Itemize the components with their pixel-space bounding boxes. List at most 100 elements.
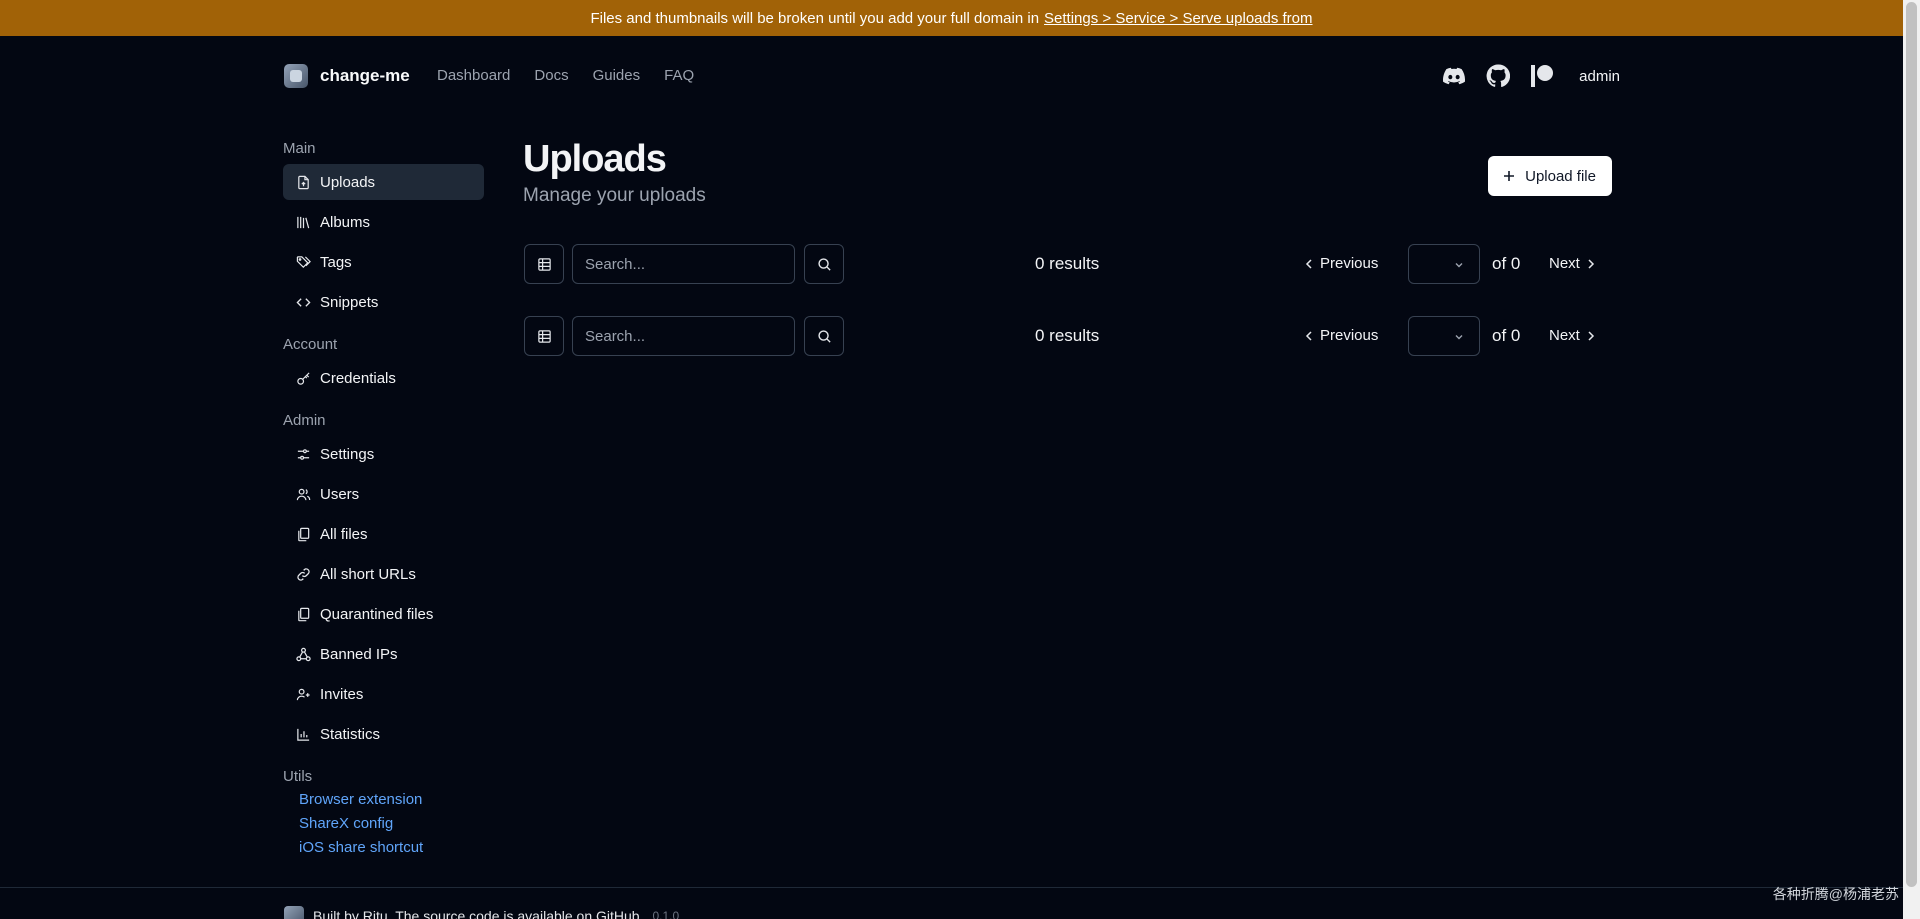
- link-icon: [297, 567, 310, 581]
- uploads-toolbar-bottom: 0 results Previous of 0 Next: [523, 316, 1612, 356]
- patreon-icon[interactable]: [1529, 63, 1555, 89]
- network-icon: [296, 647, 311, 661]
- footer-text: Built by Ritu. The source code is availa…: [313, 908, 644, 919]
- page-total: of 0: [1492, 326, 1521, 345]
- upload-file-label: Upload file: [1525, 167, 1596, 185]
- settings-icon: [297, 448, 310, 460]
- page-subtitle: Manage your uploads: [523, 185, 706, 206]
- sidebar-section-admin: Admin: [283, 412, 326, 429]
- sidebar: Main Uploads Albums Tags Snippets Accoun…: [283, 140, 484, 860]
- top-header: change-me Dashboard Docs Guides FAQ admi…: [0, 36, 1903, 116]
- sidebar-item-banned-ips[interactable]: Banned IPs: [283, 636, 484, 672]
- sidebar-item-label: Statistics: [320, 725, 381, 743]
- footer: Built by Ritu. The source code is availa…: [284, 906, 679, 919]
- previous-page-button[interactable]: Previous: [1304, 327, 1378, 344]
- table-icon: [537, 257, 551, 271]
- nav-dashboard[interactable]: Dashboard: [437, 67, 510, 84]
- sidebar-section-account: Account: [283, 336, 338, 353]
- uploads-toolbar-top: 0 results Previous of 0 Next: [523, 244, 1612, 284]
- scrollbar-thumb[interactable]: [1906, 2, 1917, 887]
- chevron-down-icon: [1455, 335, 1463, 340]
- sharex-config-link[interactable]: ShareX config: [283, 812, 484, 836]
- search-button[interactable]: [804, 244, 844, 284]
- sidebar-item-tags[interactable]: Tags: [283, 244, 484, 280]
- top-nav: Dashboard Docs Guides FAQ: [437, 67, 694, 84]
- table-icon: [537, 329, 551, 343]
- sidebar-section-utils: Utils: [283, 768, 313, 785]
- nav-faq[interactable]: FAQ: [664, 67, 694, 84]
- nav-guides[interactable]: Guides: [593, 67, 641, 84]
- chevron-right-icon: [1588, 258, 1594, 269]
- sidebar-item-quarantined-files[interactable]: Quarantined files: [283, 596, 484, 632]
- page-scrollbar[interactable]: [1903, 0, 1920, 919]
- library-icon: [297, 216, 310, 228]
- main-content: Uploads Manage your uploads Upload file: [523, 138, 1612, 207]
- page-select[interactable]: [1408, 316, 1480, 356]
- users-icon: [296, 488, 311, 500]
- sidebar-item-label: Users: [320, 485, 360, 503]
- sidebar-item-all-files[interactable]: All files: [283, 516, 484, 552]
- search-icon: [817, 257, 831, 271]
- sidebar-item-all-short-urls[interactable]: All short URLs: [283, 556, 484, 592]
- files-icon: [298, 527, 310, 541]
- table-view-button[interactable]: [524, 244, 564, 284]
- brand[interactable]: change-me: [284, 64, 410, 88]
- results-count: 0 results: [1035, 326, 1100, 345]
- banner-settings-link[interactable]: Settings > Service > Serve uploads from: [1044, 10, 1312, 27]
- sidebar-item-label: Banned IPs: [320, 645, 398, 663]
- plus-icon: [1504, 171, 1515, 181]
- search-button[interactable]: [804, 316, 844, 356]
- page-title: Uploads: [523, 138, 667, 180]
- chevron-down-icon: [1455, 263, 1463, 268]
- browser-extension-link[interactable]: Browser extension: [283, 788, 484, 812]
- brand-logo-icon: [284, 64, 308, 88]
- banner-text: Files and thumbnails will be broken unti…: [590, 9, 1040, 27]
- search-input[interactable]: [572, 244, 795, 284]
- watermark: 各种折腾@杨浦老苏: [1772, 886, 1899, 902]
- sidebar-item-label: Settings: [320, 445, 375, 463]
- brand-name: change-me: [320, 66, 410, 85]
- sidebar-item-invites[interactable]: Invites: [283, 676, 484, 712]
- page-select[interactable]: [1408, 244, 1480, 284]
- sidebar-item-label: All short URLs: [320, 565, 416, 583]
- code-icon: [296, 297, 311, 307]
- sidebar-item-snippets[interactable]: Snippets: [283, 284, 484, 320]
- sidebar-item-credentials[interactable]: Credentials: [283, 360, 484, 396]
- chevron-left-icon: [1305, 330, 1312, 341]
- user-menu[interactable]: admin: [1579, 68, 1620, 85]
- nav-docs[interactable]: Docs: [534, 67, 568, 84]
- upload-file-button[interactable]: Upload file: [1488, 156, 1612, 196]
- search-input[interactable]: [572, 316, 795, 356]
- github-icon[interactable]: [1485, 63, 1511, 89]
- results-count: 0 results: [1035, 254, 1100, 273]
- previous-page-button[interactable]: Previous: [1304, 255, 1378, 272]
- next-page-button[interactable]: Next: [1549, 255, 1596, 272]
- sidebar-item-label: Tags: [320, 253, 352, 271]
- tags-icon: [296, 255, 311, 268]
- search-icon: [817, 329, 831, 343]
- sidebar-item-label: Albums: [320, 213, 371, 231]
- footer-divider: [0, 887, 1903, 888]
- footer-version: 0.1.0: [652, 909, 680, 919]
- next-page-button[interactable]: Next: [1549, 327, 1596, 344]
- sidebar-item-albums[interactable]: Albums: [283, 204, 484, 240]
- sidebar-section-main: Main: [283, 140, 316, 157]
- sidebar-item-uploads[interactable]: Uploads: [283, 164, 484, 200]
- key-icon: [297, 371, 310, 385]
- table-view-button[interactable]: [524, 316, 564, 356]
- sidebar-item-label: Invites: [320, 685, 364, 703]
- chevron-right-icon: [1588, 330, 1594, 341]
- sidebar-item-label: All files: [320, 525, 368, 543]
- bar-chart-icon: [297, 728, 310, 741]
- previous-label: Previous: [1320, 255, 1379, 272]
- previous-label: Previous: [1320, 327, 1379, 344]
- sidebar-item-users[interactable]: Users: [283, 476, 484, 512]
- sidebar-item-label: Credentials: [320, 369, 396, 387]
- discord-icon[interactable]: [1441, 63, 1467, 89]
- sidebar-item-settings[interactable]: Settings: [283, 436, 484, 472]
- ios-share-shortcut-link[interactable]: iOS share shortcut: [283, 836, 484, 860]
- file-upload-icon: [298, 175, 309, 189]
- user-plus-icon: [296, 688, 310, 700]
- header-actions: admin: [1441, 63, 1620, 89]
- sidebar-item-statistics[interactable]: Statistics: [283, 716, 484, 752]
